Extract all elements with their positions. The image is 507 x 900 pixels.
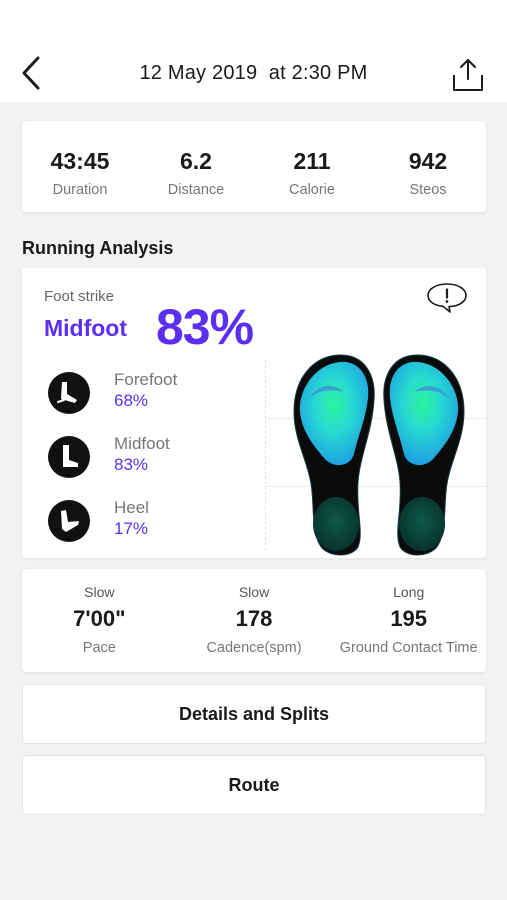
stat-label: Calorie [289,182,335,198]
metric-value: 178 [235,606,273,631]
metric-label: Pace [82,640,116,656]
stat-distance: 6.2 Distance [138,121,254,212]
foot-strike-label: Foot strike [44,288,115,305]
strike-value: 83% [114,455,149,474]
share-icon [453,59,483,91]
strike-row-forefoot: Forefoot 68% [48,370,268,414]
strike-name: Heel [114,498,149,517]
metric-value: 195 [390,606,428,631]
back-button[interactable] [14,52,48,94]
metric-label: Cadence(spm) [206,640,302,656]
strike-value: 17% [114,519,149,538]
heel-icon [48,500,90,542]
strike-row-heel: Heel 17% [48,498,268,542]
metric-level: Slow [238,584,270,600]
summary-card: 43:45 Duration 6.2 Distance 211 Calorie … [22,121,486,212]
stat-value: 211 [293,148,331,174]
strike-row-midfoot: Midfoot 83% [48,434,268,478]
chevron-left-icon [22,56,40,90]
foot-strike-type: Midfoot [44,315,128,341]
foot-strike-percent: 83% [156,299,254,355]
divider [265,360,266,550]
stat-label: Duration [52,182,108,198]
stat-calorie: 211 Calorie [254,121,370,212]
details-and-splits-button[interactable]: Details and Splits [22,684,486,744]
right-foot [383,354,465,556]
metric-label: Ground Contact Time [339,640,478,656]
metric-level: Long [393,584,425,600]
strike-name: Midfoot [114,434,170,453]
speech-bubble-exclamation-icon [427,283,467,313]
left-foot [293,354,375,556]
strike-value: 68% [114,391,149,410]
route-button[interactable]: Route [22,755,486,815]
section-title: Running Analysis [22,238,174,258]
running-analysis-card: Foot strike Midfoot 83% Forefoot 68% Mid… [22,268,486,558]
metric-level: Slow [84,584,115,600]
foot-pressure-map [293,354,465,556]
metric-cadence: Slow 178 Cadence(spm) [177,569,332,672]
metrics-card: Slow 7'00" Pace Slow 178 Cadence(spm) Lo… [22,569,486,672]
header-bar: 12 May 2019 at 2:30 PM [0,0,507,102]
midfoot-icon [48,436,90,478]
metric-value: 7'00" [73,606,126,631]
stat-label: Steos [409,182,447,198]
metric-pace: Slow 7'00" Pace [22,569,177,672]
metric-ground-contact: Long 195 Ground Contact Time [331,569,486,672]
share-button[interactable] [446,54,490,96]
strike-name: Forefoot [114,370,178,389]
info-button[interactable] [425,282,469,314]
forefoot-icon [48,372,90,414]
stat-value: 43:45 [50,148,110,174]
stat-duration: 43:45 Duration [22,121,138,212]
stat-steps: 942 Steos [370,121,486,212]
stat-value: 6.2 [180,148,212,174]
stat-label: Distance [167,182,225,198]
page-title: 12 May 2019 at 2:30 PM [139,62,368,84]
stat-value: 942 [408,148,448,174]
